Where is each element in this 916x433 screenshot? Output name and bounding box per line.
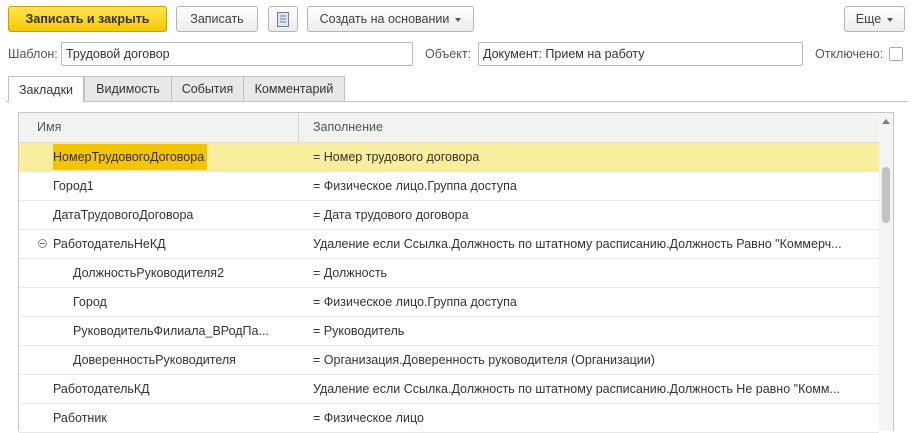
- row-fill: = Физическое лицо: [313, 411, 424, 425]
- template-field[interactable]: [61, 42, 413, 66]
- row-name: Город: [73, 288, 295, 316]
- row-name-text: НомерТрудовогоДоговора: [53, 144, 208, 170]
- report-button[interactable]: [268, 6, 298, 32]
- scroll-up-icon[interactable]: [882, 119, 890, 124]
- row-name-text: РуководительФилиала_ВРодПа...: [73, 324, 269, 338]
- row-fill: = Физическое лицо.Группа доступа: [313, 295, 517, 309]
- row-name: НомерТрудовогоДоговора: [53, 143, 295, 171]
- row-fill: = Организация.Доверенность руководителя …: [313, 353, 655, 367]
- template-label: Шаблон:: [8, 47, 58, 61]
- column-header-name[interactable]: Имя: [37, 113, 61, 142]
- object-label: Объект:: [425, 47, 472, 61]
- disabled-label: Отключено:: [815, 47, 884, 61]
- column-header-fill[interactable]: Заполнение: [313, 113, 383, 142]
- row-name: ДатаТрудовогоДоговора: [53, 201, 295, 229]
- row-name-text: Город: [73, 295, 107, 309]
- table-row[interactable]: НомерТрудовогоДоговора = Номер трудового …: [19, 143, 879, 172]
- more-label: Еще: [855, 12, 882, 26]
- row-fill: = Должность: [313, 266, 388, 280]
- disabled-checkbox[interactable]: [889, 47, 903, 61]
- save-button[interactable]: Записать: [176, 6, 258, 32]
- row-name-text: Работник: [53, 411, 107, 425]
- row-fill: = Дата трудового договора: [313, 208, 469, 222]
- object-field[interactable]: [478, 42, 803, 66]
- table-row[interactable]: Работник = Физическое лицо: [19, 404, 879, 433]
- document-icon: [277, 11, 289, 27]
- row-name-text: Город1: [53, 179, 94, 193]
- row-name-text: РаботодательНеКД: [53, 237, 166, 251]
- save-and-close-button[interactable]: Записать и закрыть: [8, 6, 167, 32]
- row-fill: Удаление если Ссылка.Должность по штатно…: [313, 237, 842, 251]
- row-name-text: ДолжностьРуководителя2: [73, 266, 225, 280]
- row-name: ДоверенностьРуководителя: [73, 346, 295, 374]
- row-name: Работник: [53, 404, 295, 432]
- tab-comment[interactable]: Комментарий: [243, 76, 345, 102]
- table-header: Имя Заполнение: [19, 113, 879, 143]
- tab-label: Закладки: [18, 82, 74, 97]
- create-based-on-label: Создать на основании: [319, 12, 450, 26]
- save-and-close-label: Записать и закрыть: [25, 12, 150, 26]
- chevron-down-icon: [455, 18, 462, 22]
- vertical-scrollbar[interactable]: [879, 113, 893, 431]
- row-name-text: ДоверенностьРуководителя: [73, 353, 236, 367]
- row-name: РуководительФилиала_ВРодПа...: [73, 317, 295, 345]
- row-name: Город1: [53, 172, 295, 200]
- table-row[interactable]: Город1 = Физическое лицо.Группа доступа: [19, 172, 879, 201]
- tab-label: События: [181, 82, 234, 96]
- row-name: РаботодательКД: [53, 375, 295, 403]
- row-fill: = Номер трудового договора: [313, 150, 480, 164]
- tab-label: Комментарий: [254, 82, 334, 96]
- row-name: РаботодательНеКД: [53, 230, 295, 258]
- more-button[interactable]: Еще: [844, 6, 905, 32]
- create-based-on-button[interactable]: Создать на основании: [307, 6, 474, 32]
- table-row[interactable]: ДолжностьРуководителя2 = Должность: [19, 259, 879, 288]
- save-label: Записать: [190, 12, 244, 26]
- table-row[interactable]: РаботодательНеКД Удаление если Ссылка.Дол…: [19, 230, 879, 259]
- tab-visibility[interactable]: Видимость: [84, 76, 172, 102]
- table-row[interactable]: РуководительФилиала_ВРодПа... = Руководит…: [19, 317, 879, 346]
- row-name-text: ДатаТрудовогоДоговора: [53, 208, 194, 222]
- tab-bookmarks[interactable]: Закладки: [8, 76, 84, 103]
- row-name: ДолжностьРуководителя2: [73, 259, 295, 287]
- tab-divider: [6, 101, 908, 102]
- row-fill: = Физическое лицо.Группа доступа: [313, 179, 517, 193]
- row-fill: = Руководитель: [313, 324, 405, 338]
- collapse-icon[interactable]: [38, 239, 47, 248]
- table-row[interactable]: РаботодательКД Удаление если Ссылка.Должн…: [19, 375, 879, 404]
- tab-events[interactable]: События: [171, 76, 244, 102]
- column-divider[interactable]: [298, 113, 299, 142]
- table-row[interactable]: Город = Физическое лицо.Группа доступа: [19, 288, 879, 317]
- table-row[interactable]: ДоверенностьРуководителя = Организация.До…: [19, 346, 879, 375]
- scrollbar-thumb[interactable]: [882, 167, 890, 223]
- chevron-down-icon: [887, 18, 894, 22]
- row-fill: Удаление если Ссылка.Должность по штатно…: [313, 382, 840, 396]
- table-row[interactable]: ДатаТрудовогоДоговора = Дата трудового до…: [19, 201, 879, 230]
- row-name-text: РаботодательКД: [53, 382, 150, 396]
- tab-label: Видимость: [96, 82, 160, 96]
